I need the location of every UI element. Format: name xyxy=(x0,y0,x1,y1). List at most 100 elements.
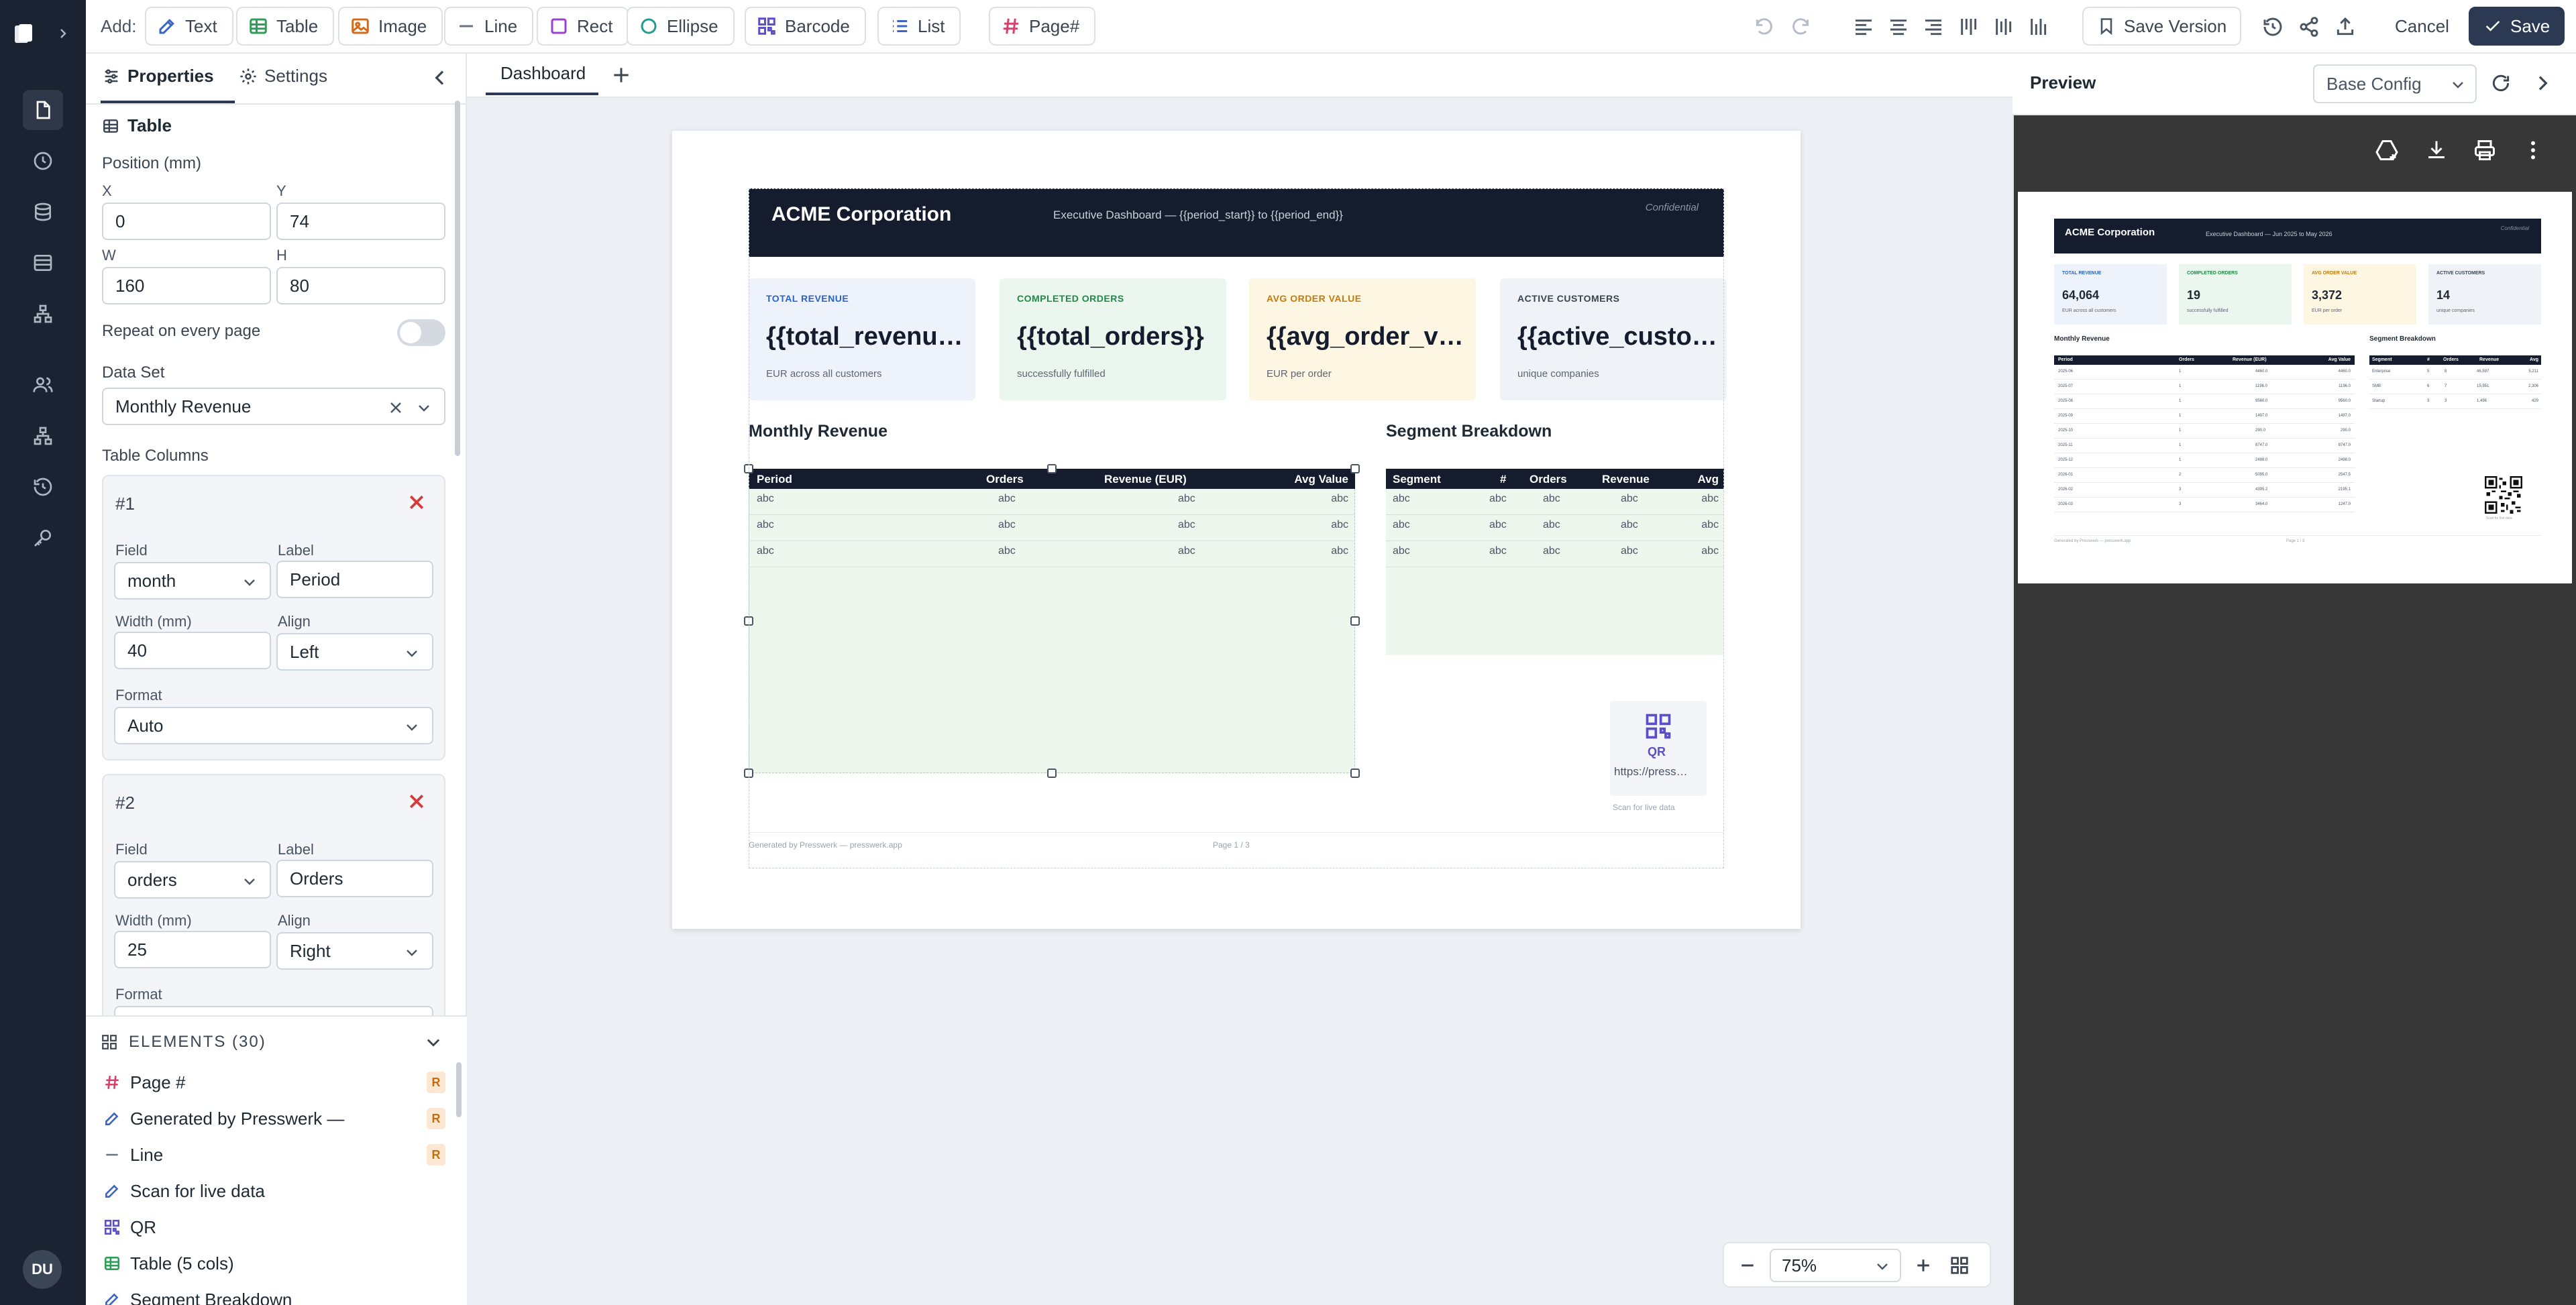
w-input[interactable]: 160 xyxy=(102,267,271,304)
nav-users-icon[interactable] xyxy=(23,365,63,405)
zoom-out-icon[interactable] xyxy=(1737,1255,1758,1275)
save-button[interactable]: Save xyxy=(2469,7,2565,46)
kpi-card[interactable]: ACTIVE CUSTOMERS {{active_custo… unique … xyxy=(1500,278,1727,400)
list-item[interactable]: QR xyxy=(103,1212,445,1242)
nav-organization-icon[interactable] xyxy=(23,416,63,456)
resize-handle[interactable] xyxy=(1047,769,1057,778)
add-line-button[interactable]: Line xyxy=(444,7,534,46)
grid-toggle-icon[interactable] xyxy=(1949,1255,1970,1275)
repeat-toggle[interactable] xyxy=(397,319,445,346)
nav-data-table-icon[interactable] xyxy=(23,243,63,283)
nav-api-keys-icon[interactable] xyxy=(23,518,63,558)
remove-column-icon[interactable] xyxy=(407,791,427,811)
kpi-card[interactable]: COMPLETED ORDERS {{total_orders}} succes… xyxy=(1000,278,1226,400)
elements-scrollbar[interactable] xyxy=(456,1062,462,1117)
tab-settings[interactable]: Settings xyxy=(239,66,327,87)
remove-column-icon[interactable] xyxy=(407,492,427,512)
list-item[interactable]: Table (5 cols) xyxy=(103,1249,445,1278)
document-page[interactable]: ACME Corporation Executive Dashboard — {… xyxy=(672,131,1801,929)
list-item[interactable]: Page # R xyxy=(103,1068,445,1097)
page-number[interactable]: Page 1 / 3 xyxy=(1213,840,1250,850)
add-ellipse-button[interactable]: Ellipse xyxy=(627,7,735,46)
clear-icon[interactable] xyxy=(388,400,404,416)
nav-workflow-icon[interactable] xyxy=(23,294,63,334)
download-icon[interactable] xyxy=(2424,138,2449,162)
more-options-icon[interactable] xyxy=(2521,138,2545,162)
align-center-icon[interactable] xyxy=(1885,13,1912,40)
field-select[interactable]: orders xyxy=(114,861,271,899)
resize-handle[interactable] xyxy=(1350,616,1360,626)
nav-templates-icon[interactable] xyxy=(23,90,63,130)
footer-text[interactable]: Generated by Presswerk — presswerk.app xyxy=(749,840,902,850)
monthly-revenue-title[interactable]: Monthly Revenue xyxy=(749,422,888,441)
share-icon[interactable] xyxy=(2296,13,2322,40)
width-input[interactable]: 40 xyxy=(114,632,271,669)
resize-handle[interactable] xyxy=(1350,464,1360,473)
list-item[interactable]: Segment Breakdown xyxy=(103,1285,445,1305)
y-input[interactable]: 74 xyxy=(276,203,445,240)
zoom-in-icon[interactable] xyxy=(1913,1255,1933,1275)
width-input[interactable]: 25 xyxy=(114,931,271,968)
tab-properties[interactable]: Properties xyxy=(102,66,214,87)
add-text-button[interactable]: Text xyxy=(145,7,233,46)
resize-handle[interactable] xyxy=(1350,769,1360,778)
format-select[interactable]: Auto xyxy=(114,707,433,744)
align-right-icon[interactable] xyxy=(1920,13,1947,40)
elements-header[interactable]: ELEMENTS (30) xyxy=(101,1033,266,1052)
qr-placeholder[interactable]: QR https://press… xyxy=(1610,701,1707,796)
list-item[interactable]: Scan for live data xyxy=(103,1176,445,1206)
resize-handle[interactable] xyxy=(744,616,753,626)
refresh-icon[interactable] xyxy=(2490,72,2512,94)
add-page-number-button[interactable]: Page# xyxy=(989,7,1096,46)
h-input[interactable]: 80 xyxy=(276,267,445,304)
config-select[interactable]: Base Config xyxy=(2313,64,2477,103)
list-item[interactable]: Line R xyxy=(103,1140,445,1170)
cancel-button[interactable]: Cancel xyxy=(2380,7,2464,46)
undo-icon[interactable] xyxy=(1751,13,1778,40)
panel-scrollbar[interactable] xyxy=(455,101,460,456)
dataset-select[interactable]: Monthly Revenue xyxy=(102,388,445,425)
align-middle-icon[interactable] xyxy=(1990,13,2017,40)
resize-handle[interactable] xyxy=(744,464,753,473)
nav-database-icon[interactable] xyxy=(23,192,63,232)
nav-audit-log-icon[interactable] xyxy=(23,467,63,507)
report-header[interactable]: ACME Corporation Executive Dashboard — {… xyxy=(749,188,1724,257)
resize-handle[interactable] xyxy=(744,769,753,778)
chevron-down-icon[interactable] xyxy=(424,1033,443,1052)
collapse-panel-icon[interactable] xyxy=(429,67,451,89)
add-rect-button[interactable]: Rect xyxy=(537,7,629,46)
align-select[interactable]: Left xyxy=(276,633,433,671)
close-preview-icon[interactable] xyxy=(2532,72,2553,94)
export-icon[interactable] xyxy=(2332,13,2359,40)
footer-line[interactable] xyxy=(749,832,1724,833)
add-page-icon[interactable] xyxy=(610,64,632,86)
add-table-button[interactable]: Table xyxy=(236,7,335,46)
save-version-button[interactable]: Save Version xyxy=(2082,7,2242,46)
print-icon[interactable] xyxy=(2473,138,2497,162)
field-select[interactable]: month xyxy=(114,562,271,600)
label-input[interactable]: Period xyxy=(276,561,433,598)
format-select[interactable] xyxy=(114,1006,433,1015)
add-barcode-button[interactable]: Barcode xyxy=(745,7,866,46)
kpi-card[interactable]: TOTAL REVENUE {{total_revenu… EUR across… xyxy=(749,278,975,400)
add-drive-icon[interactable] xyxy=(2375,138,2399,162)
qr-caption[interactable]: Scan for live data xyxy=(1613,803,1675,812)
align-top-icon[interactable] xyxy=(1955,13,1982,40)
align-select[interactable]: Right xyxy=(276,932,433,970)
redo-icon[interactable] xyxy=(1787,13,1814,40)
align-left-icon[interactable] xyxy=(1850,13,1877,40)
tab-dashboard[interactable]: Dashboard xyxy=(500,63,586,84)
version-history-icon[interactable] xyxy=(2259,13,2286,40)
segment-breakdown-title[interactable]: Segment Breakdown xyxy=(1386,422,1552,441)
user-avatar[interactable]: DU xyxy=(23,1250,62,1289)
zoom-select[interactable]: 75% xyxy=(1770,1249,1901,1282)
add-image-button[interactable]: Image xyxy=(338,7,443,46)
add-list-button[interactable]: List xyxy=(877,7,961,46)
x-input[interactable]: 0 xyxy=(102,203,271,240)
list-item[interactable]: Generated by Presswerk — R xyxy=(103,1104,445,1133)
expand-sidebar-icon[interactable] xyxy=(56,27,70,40)
label-input[interactable]: Orders xyxy=(276,860,433,897)
resize-handle[interactable] xyxy=(1047,464,1057,473)
nav-history-icon[interactable] xyxy=(23,141,63,181)
kpi-card[interactable]: AVG ORDER VALUE {{avg_order_v… EUR per o… xyxy=(1249,278,1476,400)
